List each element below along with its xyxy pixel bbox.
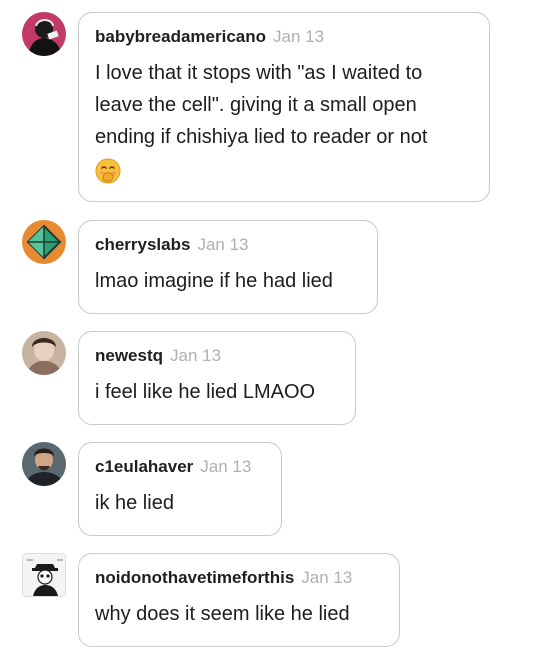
reply-meta: babybreadamericano Jan 13 — [95, 27, 473, 47]
username-link[interactable]: babybreadamericano — [95, 27, 266, 46]
reply-date: Jan 13 — [301, 568, 353, 587]
reply-meta: cherryslabs Jan 13 — [95, 235, 361, 255]
avatar-image — [23, 554, 65, 596]
reply-bubble: c1eulahaver Jan 13 ik he lied — [78, 442, 282, 536]
reply-date: Jan 13 — [197, 235, 249, 254]
reply-bubble: newestq Jan 13 i feel like he lied LMAOO — [78, 331, 356, 425]
username-link[interactable]: newestq — [95, 346, 163, 365]
reply-text: ik he lied — [95, 492, 174, 514]
avatar-image — [22, 442, 66, 486]
reply-date: Jan 13 — [200, 457, 252, 476]
reply-text: lmao imagine if he had lied — [95, 270, 333, 292]
reply-text: I love that it stops with "as I waited t… — [95, 57, 473, 185]
reply-date: Jan 13 — [273, 27, 325, 46]
user-avatar[interactable] — [22, 331, 66, 375]
reply-bubble: noidonothavetimeforthis Jan 13 why does i… — [78, 553, 400, 647]
hand-over-mouth-emoji-icon — [95, 158, 121, 184]
reply-text: i feel like he lied LMAOO — [95, 381, 316, 403]
avatar-image — [22, 331, 66, 375]
user-avatar[interactable] — [22, 220, 66, 264]
reply-text-content: I love that it stops with "as I waited t… — [95, 62, 428, 148]
reply-bubble: babybreadamericano Jan 13 I love that it … — [78, 12, 490, 202]
avatar-image — [22, 220, 66, 264]
username-link[interactable]: cherryslabs — [95, 235, 190, 254]
reply-date: Jan 13 — [170, 346, 222, 365]
user-avatar[interactable] — [22, 442, 66, 486]
user-avatar[interactable] — [22, 553, 66, 597]
reply-bubble: cherryslabs Jan 13 lmao imagine if he had… — [78, 220, 378, 314]
username-link[interactable]: c1eulahaver — [95, 457, 193, 476]
reply-meta: newestq Jan 13 — [95, 346, 339, 366]
user-avatar[interactable] — [22, 12, 66, 56]
reply-text: why does it seem like he lied — [95, 603, 350, 625]
username-link[interactable]: noidonothavetimeforthis — [95, 568, 294, 587]
avatar-image — [22, 12, 66, 56]
reply-meta: c1eulahaver Jan 13 — [95, 457, 265, 477]
reply-meta: noidonothavetimeforthis Jan 13 — [95, 568, 383, 588]
